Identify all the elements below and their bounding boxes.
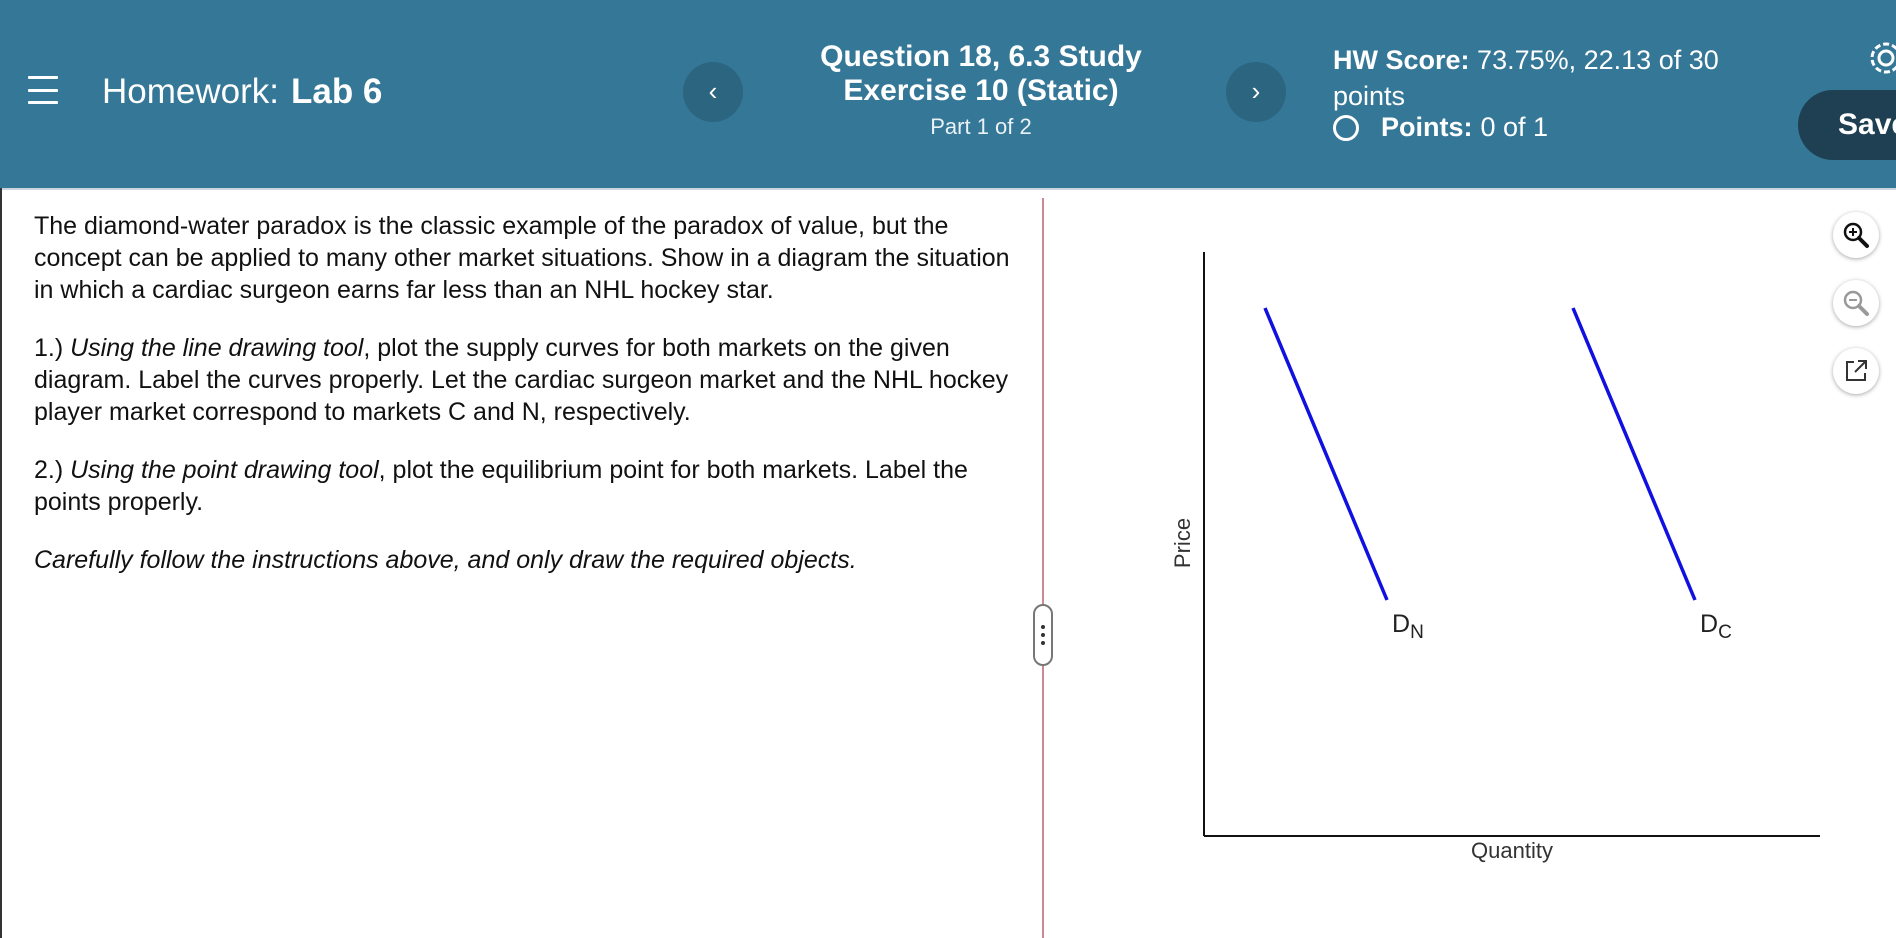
question-title-line2: Exercise 10 (Static) (843, 74, 1119, 107)
window-edge (0, 188, 2, 938)
step2-prefix: 2.) (34, 456, 71, 484)
chevron-right-icon: › (1251, 76, 1261, 106)
question-heading: Question 18, 6.3 Study Exercise 10 (Stat… (756, 40, 1206, 140)
points-status: Points: 0 of 1 (1333, 112, 1548, 143)
top-header-bar: Homework: Lab 6 ‹ Question 18, 6.3 Study … (0, 0, 1896, 188)
homework-title: Homework: Lab 6 (102, 72, 382, 112)
popout-button[interactable] (1833, 348, 1879, 394)
question-part: Part 1 of 2 (930, 114, 1032, 139)
demand-c-main: D (1700, 610, 1718, 638)
demand-n-sub: N (1410, 622, 1424, 643)
demand-curve-c-label: DC (1700, 610, 1732, 643)
zoom-in-icon (1843, 222, 1869, 248)
note-text: Carefully follow the instructions above,… (34, 546, 857, 574)
hw-score-value: 73.75%, 22.13 of 30 (1477, 45, 1719, 75)
demand-curve-n[interactable] (1263, 307, 1389, 601)
incomplete-status-circle-icon (1333, 114, 1359, 141)
hamburger-menu-icon[interactable] (28, 76, 58, 104)
previous-question-button[interactable]: ‹ (683, 62, 743, 122)
question-text-panel: The diamond-water paradox is the classic… (34, 210, 1024, 602)
panel-resize-handle[interactable] (1033, 604, 1053, 666)
hw-score: HW Score: 73.75%, 22.13 of 30 points (1333, 42, 1763, 114)
step2-italic: Using the point drawing tool (70, 456, 379, 484)
homework-name: Lab 6 (290, 72, 383, 111)
points-label: Points: (1381, 112, 1473, 142)
y-axis-label: Price (1170, 518, 1195, 568)
hw-score-label: HW Score: (1333, 45, 1470, 75)
chevron-left-icon: ‹ (708, 76, 718, 106)
next-question-button[interactable]: › (1226, 62, 1286, 122)
zoom-in-button[interactable] (1833, 212, 1879, 258)
demand-c-sub: C (1718, 622, 1732, 643)
demand-curve-n-label: DN (1392, 610, 1424, 643)
external-link-icon (1846, 360, 1867, 381)
panel-divider (1042, 198, 1044, 938)
points-value: 0 of 1 (1480, 112, 1549, 142)
gear-icon[interactable] (1866, 38, 1896, 78)
hw-score-unit: points (1333, 81, 1406, 111)
homework-prefix: Homework: (102, 72, 279, 111)
question-title-line1: Question 18, 6.3 Study (820, 40, 1142, 73)
zoom-out-button[interactable] (1833, 280, 1879, 326)
supply-demand-graph[interactable]: Price Quantity DN DC (1160, 240, 1840, 880)
demand-curve-c[interactable] (1571, 307, 1697, 601)
step1-italic: Using the line drawing tool (70, 334, 364, 362)
zoom-out-icon (1843, 290, 1869, 316)
question-title: Question 18, 6.3 Study Exercise 10 (Stat… (756, 40, 1206, 108)
instruction-step-2: 2.) Using the point drawing tool, plot t… (34, 454, 1024, 518)
header-divider (0, 188, 1896, 190)
question-intro: The diamond-water paradox is the classic… (34, 212, 1010, 304)
step1-prefix: 1.) (34, 334, 71, 362)
x-axis-label: Quantity (1471, 838, 1553, 863)
save-button-label: Save (1838, 108, 1896, 141)
instruction-note: Carefully follow the instructions above,… (34, 544, 1024, 576)
instruction-step-1: 1.) Using the line drawing tool, plot th… (34, 332, 1024, 428)
demand-n-main: D (1392, 610, 1410, 638)
save-button[interactable]: Save (1798, 90, 1896, 160)
